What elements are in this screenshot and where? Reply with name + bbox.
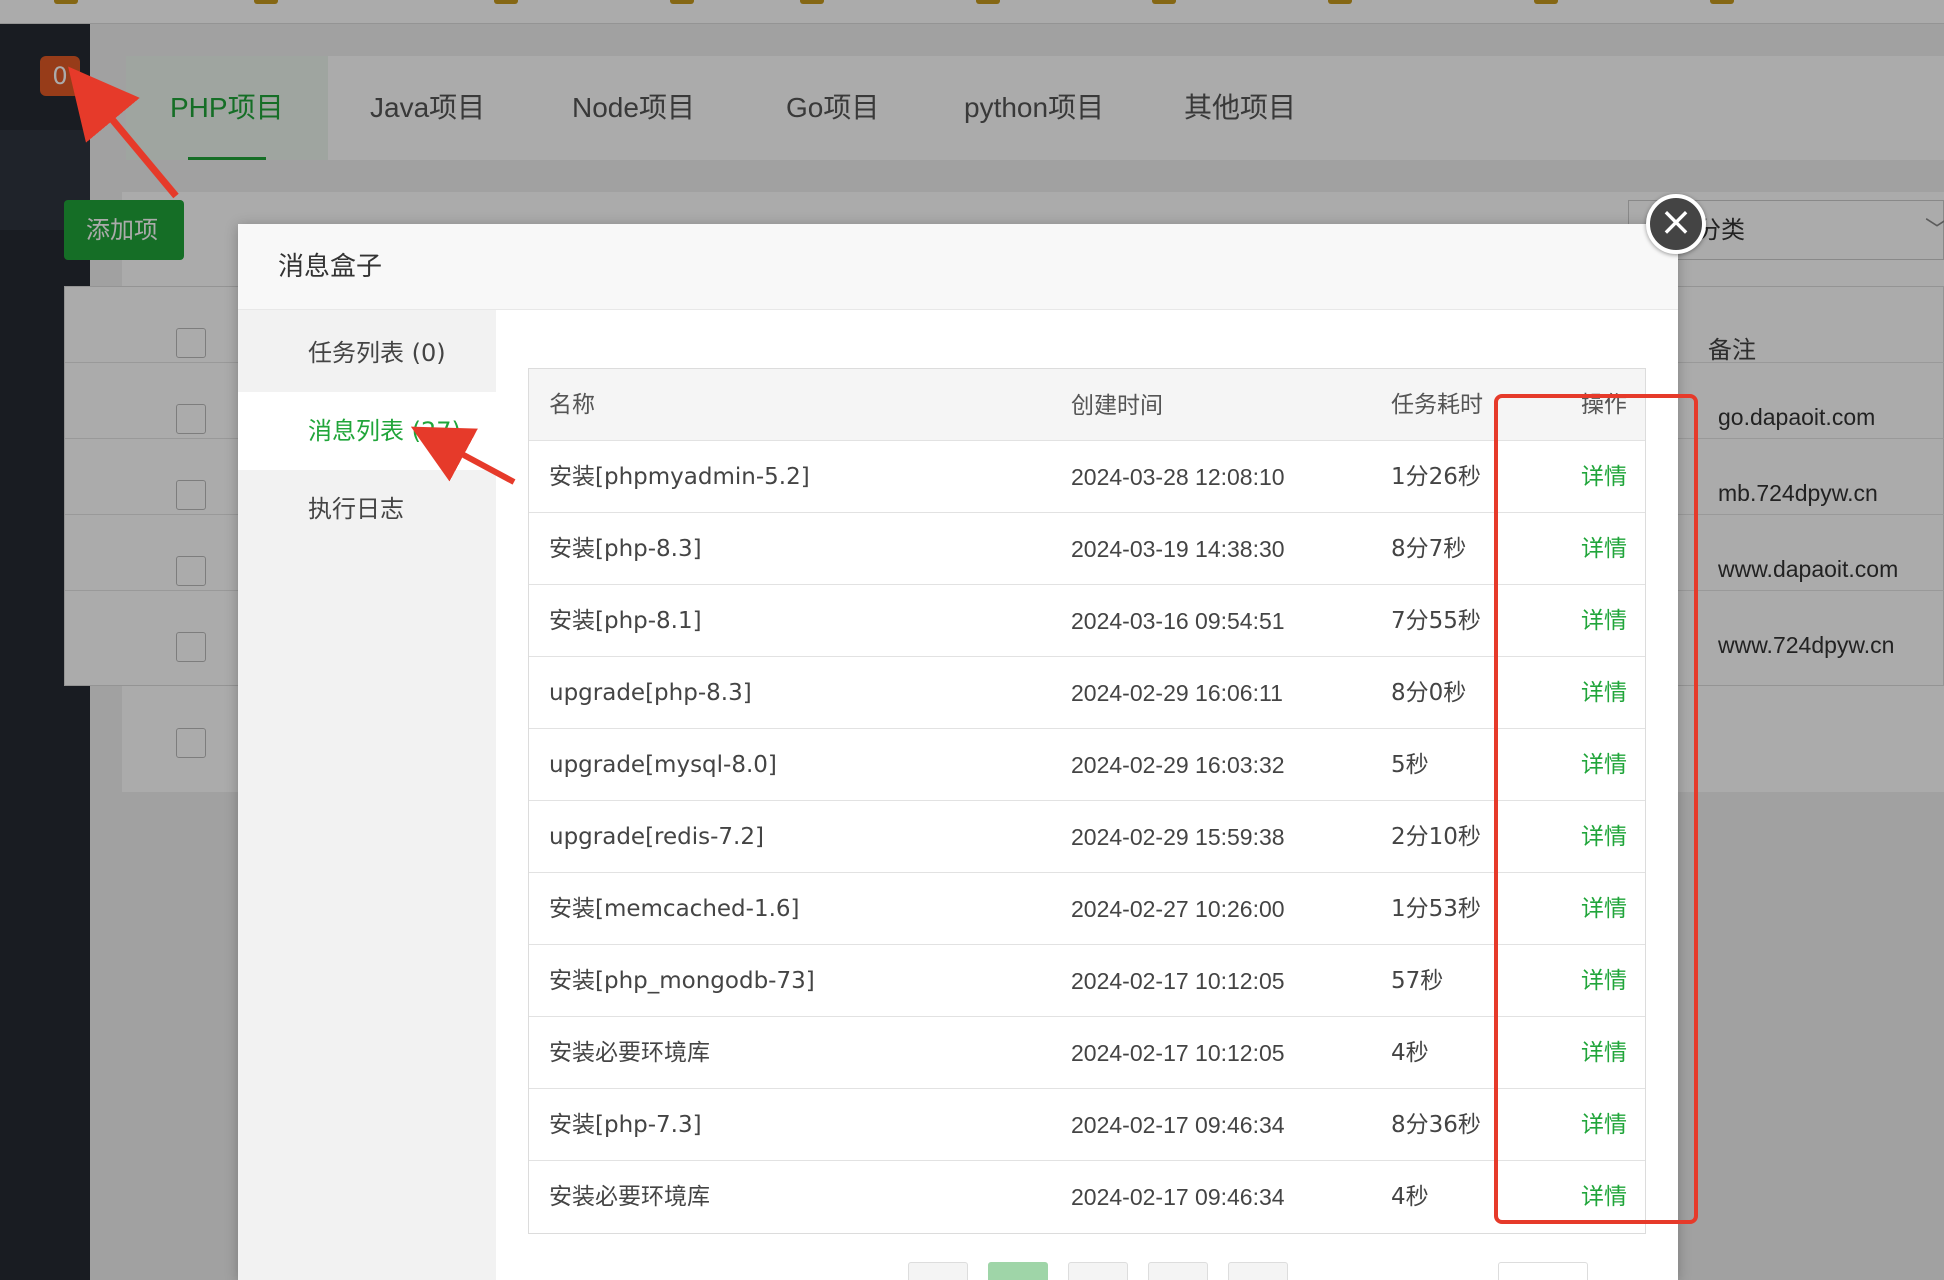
message-created-time: 2024-03-28 12:08:10	[1071, 464, 1285, 490]
nav-task-list[interactable]: 任务列表 (0)	[238, 314, 496, 392]
message-created-time: 2024-02-17 09:46:34	[1071, 1184, 1285, 1210]
close-icon[interactable]: ×	[1646, 194, 1706, 254]
message-name: 安装[php-8.1]	[549, 608, 702, 634]
table-row: 安装必要环境库 2024-02-17 10:12:05 4秒 详情	[529, 1017, 1645, 1089]
nav-message-list[interactable]: 消息列表 (27)	[238, 392, 496, 470]
page-jump-input[interactable]	[1498, 1262, 1588, 1280]
column-header-created: 创建时间	[1071, 392, 1163, 418]
message-created-time: 2024-03-16 09:54:51	[1071, 608, 1285, 634]
table-row: upgrade[php-8.3] 2024-02-29 16:06:11 8分0秒详…	[529, 657, 1645, 729]
message-created-time: 2024-02-29 16:06:11	[1071, 680, 1283, 706]
message-created-time: 2024-03-19 14:38:30	[1071, 536, 1285, 562]
table-header-row: 名称 创建时间 任务耗时 操作	[529, 369, 1645, 441]
message-created-time: 2024-02-29 15:59:38	[1071, 824, 1285, 850]
table-row: 安装[phpmyadmin-5.2] 2024-03-28 12:08:10 1分2…	[529, 441, 1645, 513]
message-created-time: 2024-02-17 10:12:05	[1071, 1040, 1285, 1066]
message-name: upgrade[mysql-8.0]	[549, 752, 777, 778]
message-duration: 5秒	[1391, 752, 1429, 778]
nav-execution-log[interactable]: 执行日志	[238, 470, 496, 548]
message-duration: 8分0秒	[1391, 680, 1467, 706]
table-row: 安装[php-8.1] 2024-03-16 09:54:51 7分55秒 详情	[529, 585, 1645, 657]
message-duration: 8分7秒	[1391, 536, 1467, 562]
table-row: 安装[memcached-1.6] 2024-02-27 10:26:00 1分53…	[529, 873, 1645, 945]
message-name: 安装[php-8.3]	[549, 536, 702, 562]
message-name: upgrade[redis-7.2]	[549, 824, 764, 850]
message-duration: 4秒	[1391, 1184, 1429, 1210]
message-duration: 2分10秒	[1391, 824, 1481, 850]
modal-nav: 任务列表 (0) 消息列表 (27) 执行日志	[238, 310, 496, 1280]
message-name: 安装[phpmyadmin-5.2]	[549, 464, 810, 490]
table-row: 安装[php-7.3] 2024-02-17 09:46:34 8分36秒 详情	[529, 1089, 1645, 1161]
table-row: upgrade[redis-7.2] 2024-02-29 15:59:38 2分1…	[529, 801, 1645, 873]
column-header-duration: 任务耗时	[1391, 392, 1483, 418]
table-row: 安装[php_mongodb-73] 2024-02-17 10:12:05 57秒…	[529, 945, 1645, 1017]
message-duration: 8分36秒	[1391, 1112, 1481, 1138]
message-created-time: 2024-02-29 16:03:32	[1071, 752, 1285, 778]
message-duration: 1分53秒	[1391, 896, 1481, 922]
message-name: 安装必要环境库	[549, 1040, 710, 1066]
message-created-time: 2024-02-17 09:46:34	[1071, 1112, 1285, 1138]
column-header-name: 名称	[549, 392, 595, 418]
page-button[interactable]	[1148, 1262, 1208, 1280]
page-button[interactable]	[1068, 1262, 1128, 1280]
modal-title: 消息盒子	[278, 252, 383, 282]
table-row: upgrade[mysql-8.0] 2024-02-29 16:03:32 5秒详…	[529, 729, 1645, 801]
message-created-time: 2024-02-27 10:26:00	[1071, 896, 1285, 922]
page-button[interactable]	[908, 1262, 968, 1280]
message-name: 安装[php_mongodb-73]	[549, 968, 815, 994]
message-box-modal: 消息盒子 任务列表 (0) 消息列表 (27) 执行日志 名称 创建时间 任务耗…	[238, 224, 1678, 1280]
page-button-current[interactable]	[988, 1262, 1048, 1280]
message-duration: 7分55秒	[1391, 608, 1481, 634]
annotation-highlight-box	[1494, 394, 1698, 1224]
message-duration: 4秒	[1391, 1040, 1429, 1066]
message-name: upgrade[php-8.3]	[549, 680, 752, 706]
message-duration: 1分26秒	[1391, 464, 1481, 490]
message-name: 安装必要环境库	[549, 1184, 710, 1210]
message-table: 名称 创建时间 任务耗时 操作 安装[phpmyadmin-5.2] 2024-0…	[528, 368, 1646, 1234]
message-duration: 57秒	[1391, 968, 1444, 994]
message-name: 安装[memcached-1.6]	[549, 896, 800, 922]
modal-header: 消息盒子	[238, 224, 1678, 310]
page-button[interactable]	[1228, 1262, 1288, 1280]
table-row: 安装[php-8.3] 2024-03-19 14:38:30 8分7秒 详情	[529, 513, 1645, 585]
message-name: 安装[php-7.3]	[549, 1112, 702, 1138]
table-row: 安装必要环境库 2024-02-17 09:46:34 4秒 详情	[529, 1161, 1645, 1233]
message-created-time: 2024-02-17 10:12:05	[1071, 968, 1285, 994]
